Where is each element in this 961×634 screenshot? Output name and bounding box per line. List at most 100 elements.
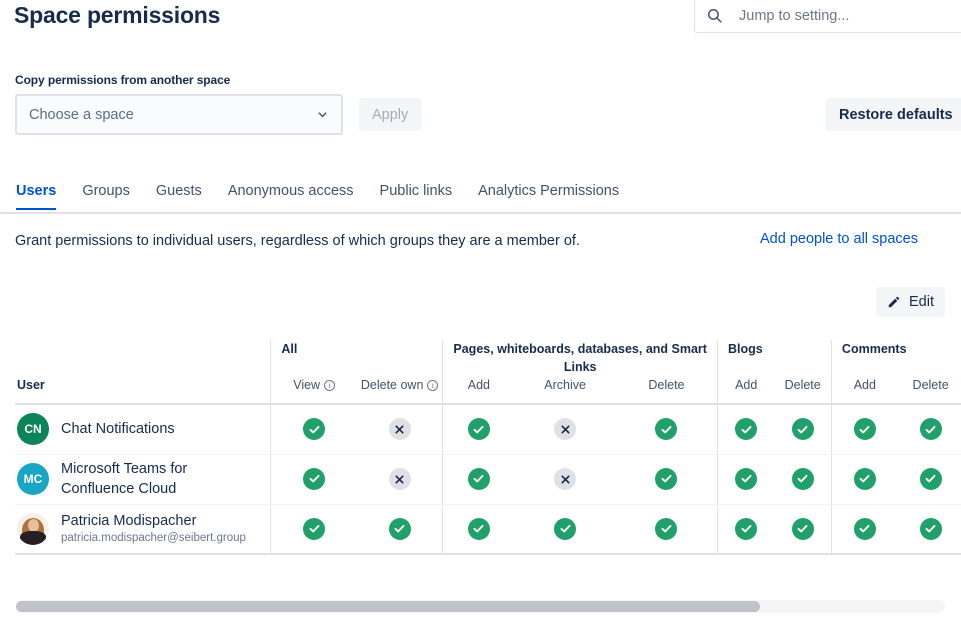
- check-icon: [792, 518, 814, 540]
- check-icon: [468, 518, 490, 540]
- check-icon: [303, 418, 325, 440]
- horizontal-scrollbar-thumb[interactable]: [16, 601, 760, 612]
- check-icon: [854, 418, 876, 440]
- permissions-tabs: Users Groups Guests Anonymous access Public …: [0, 183, 961, 214]
- table-subheader-delete-own: Delete owni: [357, 378, 443, 404]
- subheader-label: Delete: [648, 378, 684, 392]
- subheader-label: Add: [854, 378, 876, 392]
- subheader-label: Archive: [544, 378, 586, 392]
- user-name: Microsoft Teams for Confluence Cloud: [61, 459, 260, 499]
- permission-allowed-cell: [717, 454, 774, 504]
- space-permissions-page: Space permissions Copy permissions from …: [0, 0, 961, 634]
- tab-anonymous-access[interactable]: Anonymous access: [228, 183, 354, 208]
- table-subheader-delete: Delete: [616, 378, 718, 404]
- check-icon: [792, 418, 814, 440]
- check-icon: [303, 468, 325, 490]
- check-icon: [468, 418, 490, 440]
- check-icon: [735, 418, 757, 440]
- check-icon: [303, 518, 325, 540]
- permission-allowed-cell: [774, 454, 831, 504]
- permission-allowed-cell: [514, 504, 616, 554]
- permissions-table-scroll-area[interactable]: AllPages, whiteboards, databases, and Sm…: [15, 340, 961, 572]
- permission-allowed-cell: [616, 454, 718, 504]
- check-icon: [468, 468, 490, 490]
- user-cell: CN Chat Notifications: [15, 404, 271, 454]
- permission-allowed-cell: [831, 454, 897, 504]
- pencil-icon: [887, 295, 902, 310]
- permission-allowed-cell: [271, 504, 357, 554]
- table-header-user: User: [15, 378, 271, 404]
- tab-analytics-permissions[interactable]: Analytics Permissions: [478, 183, 619, 208]
- jump-to-setting-search[interactable]: [694, 0, 961, 33]
- table-subheader-add: Add: [443, 378, 514, 404]
- user-email: patricia.modispacher@seibert.group: [61, 531, 246, 546]
- user-cell: MCMicrosoft Teams for Confluence Cloud: [15, 454, 271, 504]
- table-subheader-add: Add: [717, 378, 774, 404]
- table-header-group-pages: Pages, whiteboards, databases, and Smart…: [443, 340, 718, 378]
- permission-allowed-cell: [616, 504, 718, 554]
- table-header-group-comments: Comments: [831, 340, 961, 378]
- avatar: [17, 513, 49, 545]
- check-icon: [792, 468, 814, 490]
- permission-allowed-cell: [357, 504, 443, 554]
- table-subheader-add: Add: [831, 378, 897, 404]
- permission-allowed-cell: [443, 504, 514, 554]
- apply-button[interactable]: Apply: [359, 98, 421, 131]
- tab-guests[interactable]: Guests: [156, 183, 202, 208]
- info-icon[interactable]: i: [427, 380, 438, 391]
- tab-groups[interactable]: Groups: [82, 183, 130, 208]
- group-title: Pages, whiteboards, databases, and Smart…: [443, 340, 717, 376]
- search-input[interactable]: [739, 8, 961, 24]
- group-title: Comments: [832, 340, 961, 358]
- add-people-to-all-spaces-link[interactable]: Add people to all spaces: [760, 231, 918, 247]
- permission-allowed-cell: [717, 404, 774, 454]
- edit-button-label: Edit: [909, 294, 934, 310]
- subheader-label: Add: [735, 378, 757, 392]
- edit-button[interactable]: Edit: [876, 287, 945, 317]
- table-row: CN Chat Notifications: [15, 404, 961, 454]
- permission-denied-cell: [357, 454, 443, 504]
- user-name: Chat Notifications: [61, 419, 175, 439]
- permissions-table: AllPages, whiteboards, databases, and Sm…: [15, 340, 961, 555]
- check-icon: [655, 518, 677, 540]
- permission-denied-cell: [514, 404, 616, 454]
- check-icon: [655, 468, 677, 490]
- tab-public-links[interactable]: Public links: [380, 183, 453, 208]
- check-icon: [854, 468, 876, 490]
- table-subheader-view: Viewi: [271, 378, 357, 404]
- check-icon: [554, 518, 576, 540]
- tab-users[interactable]: Users: [16, 183, 56, 208]
- cross-icon: [554, 468, 576, 490]
- table-subheader-delete: Delete: [774, 378, 831, 404]
- permission-allowed-cell: [774, 504, 831, 554]
- avatar-initials: CN: [24, 422, 41, 436]
- user-cell: Patricia Modispacherpatricia.modispacher…: [15, 504, 271, 554]
- table-row: Patricia Modispacherpatricia.modispacher…: [15, 504, 961, 554]
- group-title: All: [271, 340, 442, 358]
- copy-permissions-label: Copy permissions from another space: [15, 73, 230, 87]
- table-subheader-delete: Delete: [898, 378, 961, 404]
- page-title: Space permissions: [14, 0, 220, 30]
- space-select-value: Choose a space: [29, 107, 315, 123]
- cross-icon: [389, 418, 411, 440]
- cross-icon: [389, 468, 411, 490]
- group-title: Blogs: [718, 340, 831, 358]
- permission-allowed-cell: [443, 404, 514, 454]
- permission-denied-cell: [514, 454, 616, 504]
- cross-icon: [554, 418, 576, 440]
- table-row: MCMicrosoft Teams for Confluence Cloud: [15, 454, 961, 504]
- permission-allowed-cell: [717, 504, 774, 554]
- info-icon[interactable]: i: [324, 380, 335, 391]
- table-header-group-blogs: Blogs: [717, 340, 831, 378]
- permission-allowed-cell: [271, 404, 357, 454]
- permission-allowed-cell: [271, 454, 357, 504]
- permission-allowed-cell: [831, 404, 897, 454]
- permission-allowed-cell: [616, 404, 718, 454]
- permission-denied-cell: [357, 404, 443, 454]
- permission-allowed-cell: [898, 454, 961, 504]
- subheader-label: Add: [468, 378, 490, 392]
- restore-defaults-button[interactable]: Restore defaults: [826, 98, 961, 131]
- check-icon: [854, 518, 876, 540]
- space-select[interactable]: Choose a space: [15, 94, 343, 135]
- table-header-user-spacer: [15, 340, 271, 378]
